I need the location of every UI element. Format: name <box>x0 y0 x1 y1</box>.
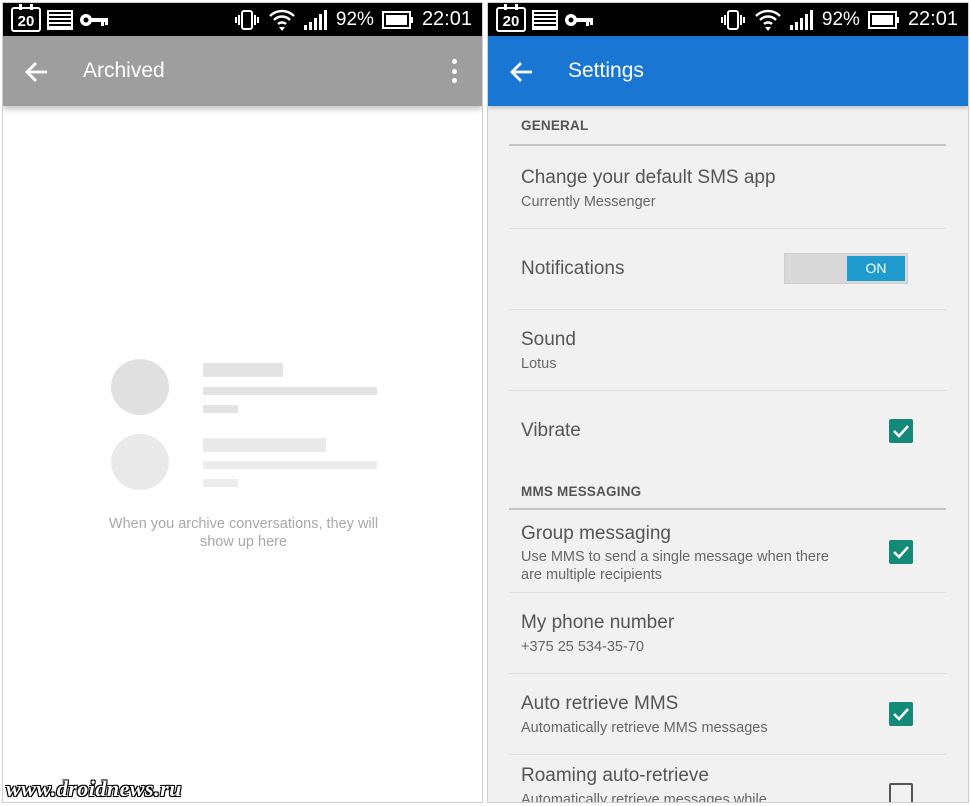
pref-summary-line: are multiple recipients <box>521 567 663 583</box>
status-time: 22:01 <box>907 8 958 30</box>
pref-title: My phone number <box>521 612 675 633</box>
pref-phone-number[interactable]: My phone number +375 25 534-35-70 <box>509 593 946 674</box>
status-time: 22:01 <box>421 8 472 30</box>
status-bar-right-icons: 92% 22:01 <box>234 6 472 33</box>
pref-vibrate[interactable]: Vibrate <box>509 391 946 472</box>
pref-title: Group messaging <box>521 523 671 544</box>
pref-title: Vibrate <box>521 420 581 441</box>
pref-default-sms-app[interactable]: Change your default SMS app Currently Me… <box>509 148 946 229</box>
empty-state-illustration <box>111 359 381 494</box>
placeholder-line <box>203 479 238 487</box>
pref-summary-line: Use MMS to send a single message when th… <box>521 549 829 565</box>
status-bar-left-icons: 20 <box>11 4 109 33</box>
placeholder-line <box>203 387 377 395</box>
empty-state-message: When you archive conversations, they wil… <box>3 515 482 551</box>
pref-summary: Lotus <box>521 356 557 372</box>
pref-summary: Use MMS to send a single message when th… <box>521 548 881 584</box>
section-header-mms: MMS MESSAGING <box>509 472 946 510</box>
placeholder-line <box>203 461 377 469</box>
section-header-general: GENERAL <box>509 106 946 146</box>
pref-title: Change your default SMS app <box>521 167 776 188</box>
pref-auto-retrieve-mms[interactable]: Auto retrieve MMS Automatically retrieve… <box>509 674 946 755</box>
empty-message-line: show up here <box>199 534 288 550</box>
status-bar: 20 92% 22:01 <box>488 3 968 36</box>
pref-title: Notifications <box>521 258 625 279</box>
pref-sound[interactable]: Sound Lotus <box>509 310 946 391</box>
placeholder-avatar <box>111 434 169 490</box>
checkmark-icon <box>893 425 909 438</box>
battery-percent: 92% <box>335 9 374 30</box>
page-title: Settings <box>568 59 644 82</box>
signal-icon <box>789 9 814 30</box>
toggle-on-label: ON <box>847 256 905 281</box>
vibrate-icon <box>234 9 260 31</box>
back-arrow-icon[interactable] <box>508 58 536 86</box>
placeholder-avatar <box>111 359 169 415</box>
calendar-icon: 20 <box>11 4 41 32</box>
battery-icon <box>867 10 900 29</box>
pref-group-messaging[interactable]: Group messaging Use MMS to send a single… <box>509 512 946 593</box>
placeholder-line <box>203 363 283 377</box>
pref-summary: Automatically retrieve messages while <box>521 792 767 803</box>
more-options-icon[interactable] <box>450 59 458 83</box>
pref-title: Auto retrieve MMS <box>521 693 679 714</box>
vpn-key-icon <box>79 13 109 27</box>
calendar-icon: 20 <box>496 4 526 32</box>
pref-summary: +375 25 534-35-70 <box>521 639 644 655</box>
calendar-day: 20 <box>502 13 520 30</box>
archived-screen: 20 92% 22:01 Archived When you archive c… <box>2 2 483 803</box>
placeholder-line <box>203 405 238 413</box>
wifi-icon <box>754 8 782 32</box>
signal-icon <box>303 9 328 30</box>
settings-toolbar: Settings <box>488 36 968 106</box>
pref-title: Roaming auto-retrieve <box>521 765 709 786</box>
auto-retrieve-checkbox[interactable] <box>889 702 913 726</box>
pref-roaming-auto-retrieve[interactable]: Roaming auto-retrieve Automatically retr… <box>509 755 946 803</box>
roaming-checkbox[interactable] <box>889 783 913 802</box>
status-bar-right-icons: 92% 22:01 <box>720 6 958 33</box>
archived-toolbar: Archived <box>3 36 482 106</box>
battery-icon <box>381 10 414 29</box>
status-bar-left-icons: 20 <box>496 4 594 33</box>
group-messaging-checkbox[interactable] <box>889 540 913 564</box>
vibrate-checkbox[interactable] <box>889 419 913 443</box>
pref-title: Sound <box>521 329 576 350</box>
placeholder-line <box>203 438 326 452</box>
checkmark-icon <box>893 708 909 721</box>
section-header-label: GENERAL <box>521 118 589 133</box>
calendar-day: 20 <box>17 13 35 30</box>
pref-summary: Currently Messenger <box>521 194 656 210</box>
status-bar: 20 92% 22:01 <box>3 3 482 36</box>
notifications-toggle[interactable]: ON <box>784 253 908 284</box>
section-header-label: MMS MESSAGING <box>521 484 642 499</box>
image-notification-icon <box>47 9 73 30</box>
pref-summary: Automatically retrieve MMS messages <box>521 720 768 736</box>
vpn-key-icon <box>564 13 594 27</box>
empty-message-line: When you archive conversations, they wil… <box>108 516 379 532</box>
checkmark-icon <box>893 546 909 559</box>
vibrate-icon <box>720 9 746 31</box>
watermark: www.droidnews.ru <box>6 776 182 801</box>
settings-screen: 20 92% 22:01 Settings GENERAL Change you… <box>487 2 969 803</box>
page-title: Archived <box>83 59 165 82</box>
image-notification-icon <box>532 9 558 30</box>
wifi-icon <box>268 8 296 32</box>
pref-notifications[interactable]: Notifications ON <box>509 229 946 310</box>
back-arrow-icon[interactable] <box>23 58 51 86</box>
battery-percent: 92% <box>821 9 860 30</box>
